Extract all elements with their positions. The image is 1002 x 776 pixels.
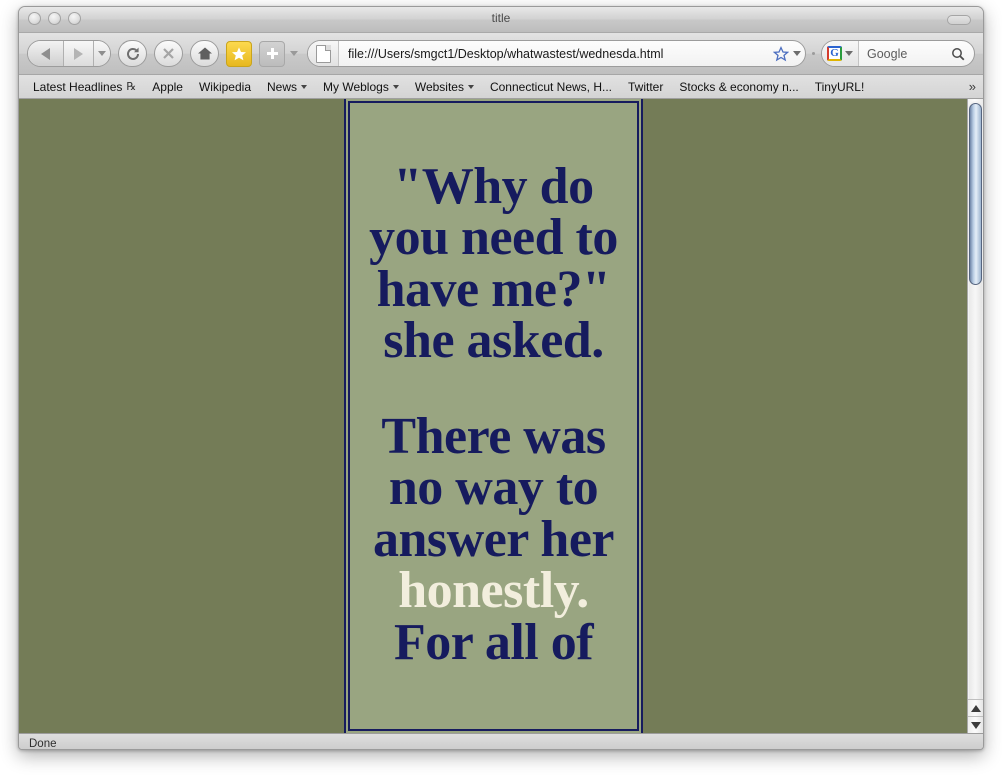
navigation-toolbar: file:///Users/smgct1/Desktop/whatwastest… xyxy=(19,33,983,75)
google-logo-icon: G xyxy=(827,46,842,61)
chevron-down-icon xyxy=(301,84,308,89)
bookmark-wikipedia[interactable]: Wikipedia xyxy=(191,80,259,94)
bookmark-twitter[interactable]: Twitter xyxy=(620,80,671,94)
bookmark-tinyurl[interactable]: TinyURL! xyxy=(807,80,873,94)
page-content-area: "Why do you need to have me?" she asked.… xyxy=(19,99,983,733)
bookmark-latest-headlines[interactable]: Latest Headlines ℞ xyxy=(25,80,144,94)
scroll-down-button[interactable] xyxy=(968,716,983,733)
bookmark-label: Latest Headlines xyxy=(33,79,123,94)
bookmark-news[interactable]: News xyxy=(259,80,315,94)
paragraph-two-before: There was no way to answer her xyxy=(372,407,615,568)
star-outline-icon xyxy=(773,45,789,61)
chevron-down-icon xyxy=(845,51,853,56)
status-text: Done xyxy=(29,737,57,750)
reload-icon xyxy=(126,47,139,60)
stop-x-icon xyxy=(163,48,174,59)
arrow-up-icon xyxy=(970,704,981,712)
add-dropdown-chevron-down-icon[interactable] xyxy=(290,51,298,56)
search-input[interactable]: Google xyxy=(859,47,951,61)
bookmark-label: Stocks & economy n... xyxy=(679,79,799,94)
paragraph-two-highlight: honestly. xyxy=(398,562,589,620)
url-bookmark-control[interactable] xyxy=(773,45,801,62)
rss-icon: ℞ xyxy=(126,81,137,93)
status-bar: Done xyxy=(19,733,983,750)
bookmark-connecticut-news[interactable]: Connecticut News, H... xyxy=(482,80,620,94)
bookmark-label: Connecticut News, H... xyxy=(489,79,613,94)
navigation-button-group xyxy=(27,40,111,67)
browser-window: title file:///Users/smgct1/Desktop/whatw… xyxy=(18,6,984,750)
bookmarks-bar: Latest Headlines ℞ Apple Wikipedia News … xyxy=(19,75,983,99)
plus-icon xyxy=(266,48,278,59)
page-document-icon xyxy=(308,41,339,66)
paragraph-one: "Why do you need to have me?" she asked. xyxy=(369,158,618,370)
toolbar-separator-dot xyxy=(812,52,815,55)
home-button[interactable] xyxy=(190,40,219,67)
scrollbar-thumb[interactable] xyxy=(969,103,982,285)
star-icon xyxy=(232,46,246,60)
bookmark-label: Wikipedia xyxy=(198,79,251,94)
url-input[interactable]: file:///Users/smgct1/Desktop/whatwastest… xyxy=(339,47,773,61)
home-icon xyxy=(197,47,212,60)
bookmarks-overflow-button[interactable]: » xyxy=(969,79,976,94)
reload-button[interactable] xyxy=(118,40,147,67)
search-bar[interactable]: G Google xyxy=(821,40,975,67)
bookmark-my-weblogs[interactable]: My Weblogs xyxy=(315,80,407,94)
chevron-down-icon xyxy=(793,51,801,56)
scroll-up-button[interactable] xyxy=(968,699,983,716)
forward-button[interactable] xyxy=(64,41,94,66)
bookmark-label: Websites xyxy=(414,79,464,94)
window-title: title xyxy=(491,11,511,25)
forward-arrow-icon xyxy=(74,47,83,60)
bookmark-label: Twitter xyxy=(628,79,664,94)
scrollbar-arrows xyxy=(968,699,983,733)
url-bar[interactable]: file:///Users/smgct1/Desktop/whatwastest… xyxy=(307,40,806,67)
add-button[interactable] xyxy=(259,40,285,67)
toolbar-toggle-button[interactable] xyxy=(947,15,971,25)
bookmark-label: TinyURL! xyxy=(814,79,865,94)
paragraph-two-after: For all of xyxy=(393,613,594,671)
search-engine-selector[interactable]: G xyxy=(822,41,859,66)
bookmark-star-button[interactable] xyxy=(226,40,252,67)
back-button[interactable] xyxy=(28,41,64,66)
document-body: "Why do you need to have me?" she asked.… xyxy=(344,99,643,733)
arrow-down-icon xyxy=(970,721,981,729)
bookmark-label: My Weblogs xyxy=(323,79,389,94)
paragraph-two: There was no way to answer her honestly.… xyxy=(354,367,633,668)
bookmark-websites[interactable]: Websites xyxy=(407,80,482,94)
title-bar: title xyxy=(19,7,983,33)
chevron-down-icon xyxy=(98,51,106,56)
bookmark-label: Apple xyxy=(152,79,183,94)
bookmark-label: News xyxy=(267,79,298,94)
stop-button[interactable] xyxy=(154,40,183,67)
history-dropdown-button[interactable] xyxy=(94,41,110,66)
back-arrow-icon xyxy=(41,47,50,60)
bookmark-apple[interactable]: Apple xyxy=(144,80,191,94)
chevron-down-icon xyxy=(467,84,474,89)
vertical-scrollbar[interactable] xyxy=(967,99,983,733)
chevron-down-icon xyxy=(392,84,399,89)
bookmark-stocks-economy[interactable]: Stocks & economy n... xyxy=(671,80,806,94)
document-icon xyxy=(315,44,331,63)
search-icon xyxy=(952,47,965,60)
